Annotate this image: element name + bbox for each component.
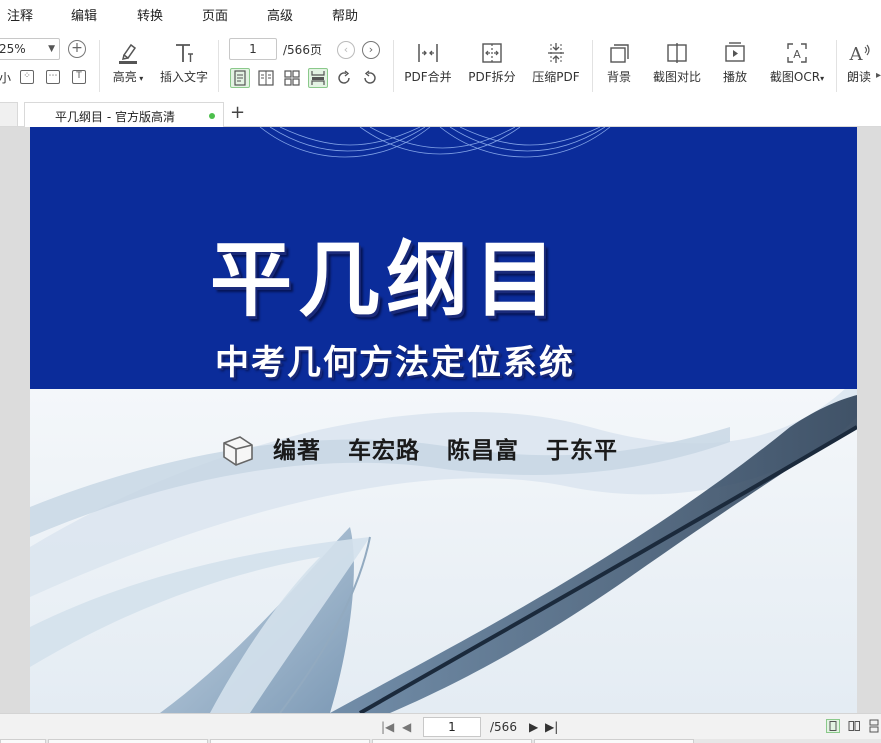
- compress-pdf-button[interactable]: 压缩PDF: [530, 40, 582, 85]
- document-viewport[interactable]: 平几纲目 中考几何方法定位系统 编著 车宏路 陈昌富 于东平: [0, 127, 881, 713]
- author-name: 陈昌富: [447, 438, 520, 464]
- svg-text:A: A: [849, 44, 864, 65]
- menu-page[interactable]: 页面: [202, 5, 228, 24]
- zoom-value: 25%: [0, 42, 26, 56]
- menu-advanced[interactable]: 高级: [267, 5, 293, 24]
- read-aloud-label: 朗读: [846, 70, 871, 84]
- split-icon: [482, 43, 502, 63]
- insert-text-label: 插入文字: [159, 70, 208, 84]
- zoom-small-label: 小: [0, 71, 12, 85]
- rotate-clockwise-icon[interactable]: [334, 68, 354, 88]
- compress-pdf-label: 压缩PDF: [532, 70, 580, 84]
- background-label: 背景: [606, 70, 631, 84]
- toolbar-separator: [218, 40, 219, 92]
- background-button[interactable]: 背景: [602, 40, 636, 85]
- pdf-split-button[interactable]: PDF拆分: [466, 40, 518, 85]
- toolbar-overflow-icon[interactable]: ▸: [876, 70, 881, 81]
- continuous-mode-icon[interactable]: [867, 719, 881, 733]
- thumbnail-view-icon[interactable]: [282, 68, 302, 88]
- taskbar-segment[interactable]: [0, 739, 46, 743]
- zoom-in-icon[interactable]: +: [68, 40, 86, 58]
- toolbar: 25% ▼ + 小 ⁘ ⋯ T 高亮 ▾ 插入文字 1 /566页 ‹ › PD…: [0, 28, 881, 100]
- insert-text-button[interactable]: 插入文字: [158, 40, 210, 85]
- tab-bar: 平几纲目 - 官方版高清 +: [0, 100, 881, 128]
- editor-label: 编著: [273, 438, 321, 464]
- screenshot-compare-label: 截图对比: [652, 70, 701, 84]
- cube-logo-icon: [223, 436, 253, 466]
- last-page-icon[interactable]: ▶|: [545, 720, 558, 734]
- book-authors: 编著 车宏路 陈昌富 于东平: [273, 431, 636, 465]
- text-select-icon[interactable]: T: [72, 70, 86, 84]
- menu-annotate[interactable]: 注释: [7, 5, 33, 24]
- next-page-status-icon[interactable]: ▶: [529, 720, 538, 734]
- add-tab-button[interactable]: +: [230, 102, 245, 124]
- play-label: 播放: [722, 70, 747, 84]
- insert-text-icon: [176, 44, 193, 62]
- double-page-mode-icon[interactable]: [847, 719, 861, 733]
- continuous-view-icon[interactable]: [308, 68, 328, 88]
- author-name: 车宏路: [348, 438, 421, 464]
- fit-width-icon[interactable]: ⋯: [46, 70, 60, 84]
- status-page-input[interactable]: 1: [423, 717, 481, 737]
- status-page-total: /566: [490, 720, 517, 734]
- status-bar: |◀ ◀ 1 /566 ▶ ▶|: [0, 713, 881, 743]
- document-tab-title: 平几纲目 - 官方版高清: [55, 110, 175, 124]
- play-icon: [725, 42, 745, 62]
- background-icon: [610, 44, 629, 63]
- vertical-scrollbar[interactable]: [857, 127, 881, 713]
- pdf-merge-button[interactable]: PDF合并: [402, 40, 454, 85]
- author-name: 于东平: [546, 438, 619, 464]
- page-number-input[interactable]: 1: [229, 38, 277, 60]
- screenshot-ocr-button[interactable]: A 截图OCR▾: [766, 40, 828, 85]
- compress-icon: [548, 43, 564, 63]
- toolbar-separator: [99, 40, 100, 92]
- pdf-page: 平几纲目 中考几何方法定位系统 编著 车宏路 陈昌富 于东平: [30, 127, 857, 713]
- prev-page-status-icon[interactable]: ◀: [402, 720, 411, 734]
- menu-bar: 注释 编辑 转换 页面 高级 帮助: [0, 0, 881, 28]
- tab-stub[interactable]: [0, 102, 18, 127]
- read-aloud-icon: A: [849, 44, 870, 65]
- double-page-view-icon[interactable]: [256, 68, 276, 88]
- play-button[interactable]: 播放: [718, 40, 752, 85]
- first-page-icon[interactable]: |◀: [381, 720, 394, 734]
- svg-text:A: A: [793, 48, 801, 61]
- prev-page-icon[interactable]: ‹: [337, 41, 355, 59]
- taskbar-segment[interactable]: [372, 739, 532, 743]
- menu-convert[interactable]: 转换: [137, 5, 163, 24]
- screenshot-ocr-label: 截图OCR: [769, 70, 821, 84]
- taskbar-segment[interactable]: [48, 739, 208, 743]
- ocr-icon: A: [787, 43, 807, 63]
- pdf-split-label: PDF拆分: [468, 70, 516, 84]
- taskbar-segment[interactable]: [210, 739, 370, 743]
- document-tab[interactable]: 平几纲目 - 官方版高清: [24, 102, 224, 128]
- pdf-reader-window: 注释 编辑 转换 页面 高级 帮助 25% ▼ + 小 ⁘ ⋯ T 高亮 ▾ 插…: [0, 0, 881, 743]
- single-page-mode-icon[interactable]: [826, 719, 840, 733]
- menu-help[interactable]: 帮助: [332, 5, 358, 24]
- toolbar-separator: [836, 40, 837, 92]
- tab-status-dot: [209, 113, 215, 119]
- toolbar-separator: [393, 40, 394, 92]
- fit-page-icon[interactable]: ⁘: [20, 70, 34, 84]
- book-subtitle: 中考几何方法定位系统: [215, 343, 575, 383]
- book-title: 平几纲目: [210, 233, 563, 328]
- zoom-select[interactable]: 25% ▼: [0, 38, 60, 60]
- next-page-icon[interactable]: ›: [362, 41, 380, 59]
- screenshot-compare-button[interactable]: 截图对比: [650, 40, 704, 85]
- toolbar-separator: [592, 40, 593, 92]
- highlight-icon: [119, 43, 137, 64]
- rotate-counterclockwise-icon[interactable]: [360, 68, 380, 88]
- menu-edit[interactable]: 编辑: [71, 5, 97, 24]
- merge-icon: [418, 44, 438, 62]
- highlight-label: 高亮: [112, 70, 137, 84]
- page-total-label: /566页: [283, 43, 322, 57]
- single-page-view-icon[interactable]: [230, 68, 250, 88]
- read-aloud-button[interactable]: A 朗读: [842, 40, 876, 85]
- pdf-merge-label: PDF合并: [404, 70, 452, 84]
- highlight-button[interactable]: 高亮 ▾: [108, 40, 148, 85]
- compare-icon: [667, 43, 687, 63]
- taskbar-segment[interactable]: [534, 739, 694, 743]
- chevron-down-icon: ▼: [48, 44, 55, 54]
